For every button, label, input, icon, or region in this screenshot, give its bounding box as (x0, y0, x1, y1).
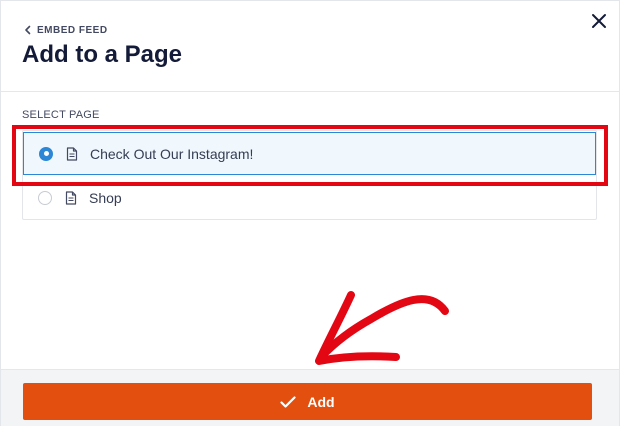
add-button[interactable]: Add (23, 383, 592, 420)
embed-feed-back-link[interactable]: EMBED FEED (22, 22, 108, 38)
document-icon (66, 146, 78, 161)
add-button-label: Add (307, 393, 335, 410)
page-option-shop[interactable]: Shop (23, 176, 596, 220)
back-link-label: EMBED FEED (37, 24, 108, 36)
page-option-label: Shop (89, 190, 122, 206)
page-list: Check Out Our Instagram! Shop (22, 130, 597, 220)
radio-unselected[interactable] (38, 191, 52, 205)
add-to-page-modal: EMBED FEED Add to a Page SELECT PAGE Che… (0, 0, 620, 426)
close-icon[interactable] (589, 11, 609, 31)
page-title: Add to a Page (22, 41, 183, 68)
document-icon (65, 191, 77, 205)
page-option-check-out-our-instagram[interactable]: Check Out Our Instagram! (23, 132, 596, 175)
modal-footer: Add (1, 369, 619, 426)
annotation-arrow-icon (315, 291, 449, 365)
modal-header: EMBED FEED Add to a Page (1, 1, 619, 92)
checkmark-icon (280, 395, 296, 408)
radio-selected[interactable] (39, 146, 53, 161)
select-page-label: SELECT PAGE (22, 109, 100, 121)
chevron-left-icon (25, 25, 31, 35)
page-option-label: Check Out Our Instagram! (90, 145, 254, 162)
